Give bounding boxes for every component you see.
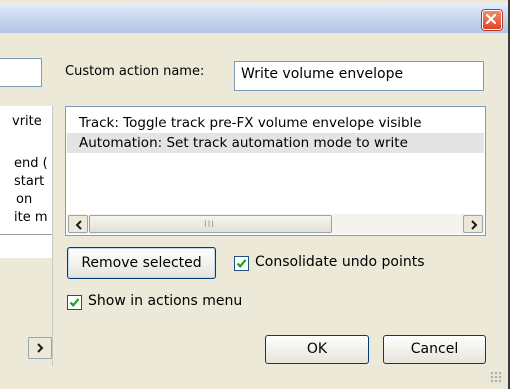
horizontal-scrollbar[interactable]: III bbox=[67, 214, 484, 234]
close-icon bbox=[486, 14, 496, 24]
scroll-right-button[interactable] bbox=[28, 337, 52, 359]
chevron-left-icon bbox=[75, 220, 82, 230]
show-in-actions-menu-label[interactable]: Show in actions menu bbox=[88, 293, 242, 309]
custom-action-name-label: Custom action name: bbox=[65, 64, 205, 79]
list-item-selected[interactable]: Automation: Set track automation mode to… bbox=[67, 133, 484, 153]
scrollbar-grip: III bbox=[204, 220, 215, 230]
list-item[interactable]: end ( bbox=[14, 156, 48, 171]
consolidate-undo-label[interactable]: Consolidate undo points bbox=[255, 254, 425, 270]
chevron-right-icon bbox=[471, 220, 478, 230]
show-in-actions-menu-checkbox[interactable] bbox=[67, 295, 82, 310]
close-button[interactable] bbox=[482, 10, 502, 30]
list-item[interactable]: on bbox=[16, 192, 32, 207]
scroll-right-button[interactable] bbox=[463, 215, 483, 233]
list-item[interactable]: ite m bbox=[14, 210, 48, 225]
checkmark-icon bbox=[69, 298, 80, 307]
resize-grip-icon[interactable] bbox=[490, 371, 502, 383]
left-action-list[interactable]: vrite end ( start on ite m bbox=[0, 106, 53, 258]
title-bar[interactable] bbox=[0, 3, 508, 33]
divider bbox=[52, 106, 53, 366]
scroll-left-button[interactable] bbox=[68, 215, 88, 233]
list-item[interactable]: vrite bbox=[12, 114, 42, 129]
custom-action-dialog: vrite end ( start on ite m Custom action… bbox=[0, 0, 510, 389]
remove-selected-button[interactable]: Remove selected bbox=[67, 247, 216, 279]
left-text-field[interactable] bbox=[0, 58, 42, 87]
divider bbox=[0, 234, 52, 235]
chevron-right-icon bbox=[37, 343, 44, 353]
list-item[interactable]: Track: Toggle track pre-FX volume envelo… bbox=[67, 113, 484, 133]
list-item[interactable]: start bbox=[14, 174, 44, 189]
custom-action-steps-list[interactable]: Track: Toggle track pre-FX volume envelo… bbox=[65, 106, 486, 236]
scrollbar-thumb[interactable]: III bbox=[89, 215, 332, 233]
ok-button[interactable]: OK bbox=[265, 335, 369, 364]
checkmark-icon bbox=[236, 259, 247, 268]
cancel-button[interactable]: Cancel bbox=[383, 335, 486, 364]
consolidate-undo-checkbox[interactable] bbox=[234, 256, 249, 271]
custom-action-name-input[interactable]: Write volume envelope bbox=[234, 61, 484, 91]
